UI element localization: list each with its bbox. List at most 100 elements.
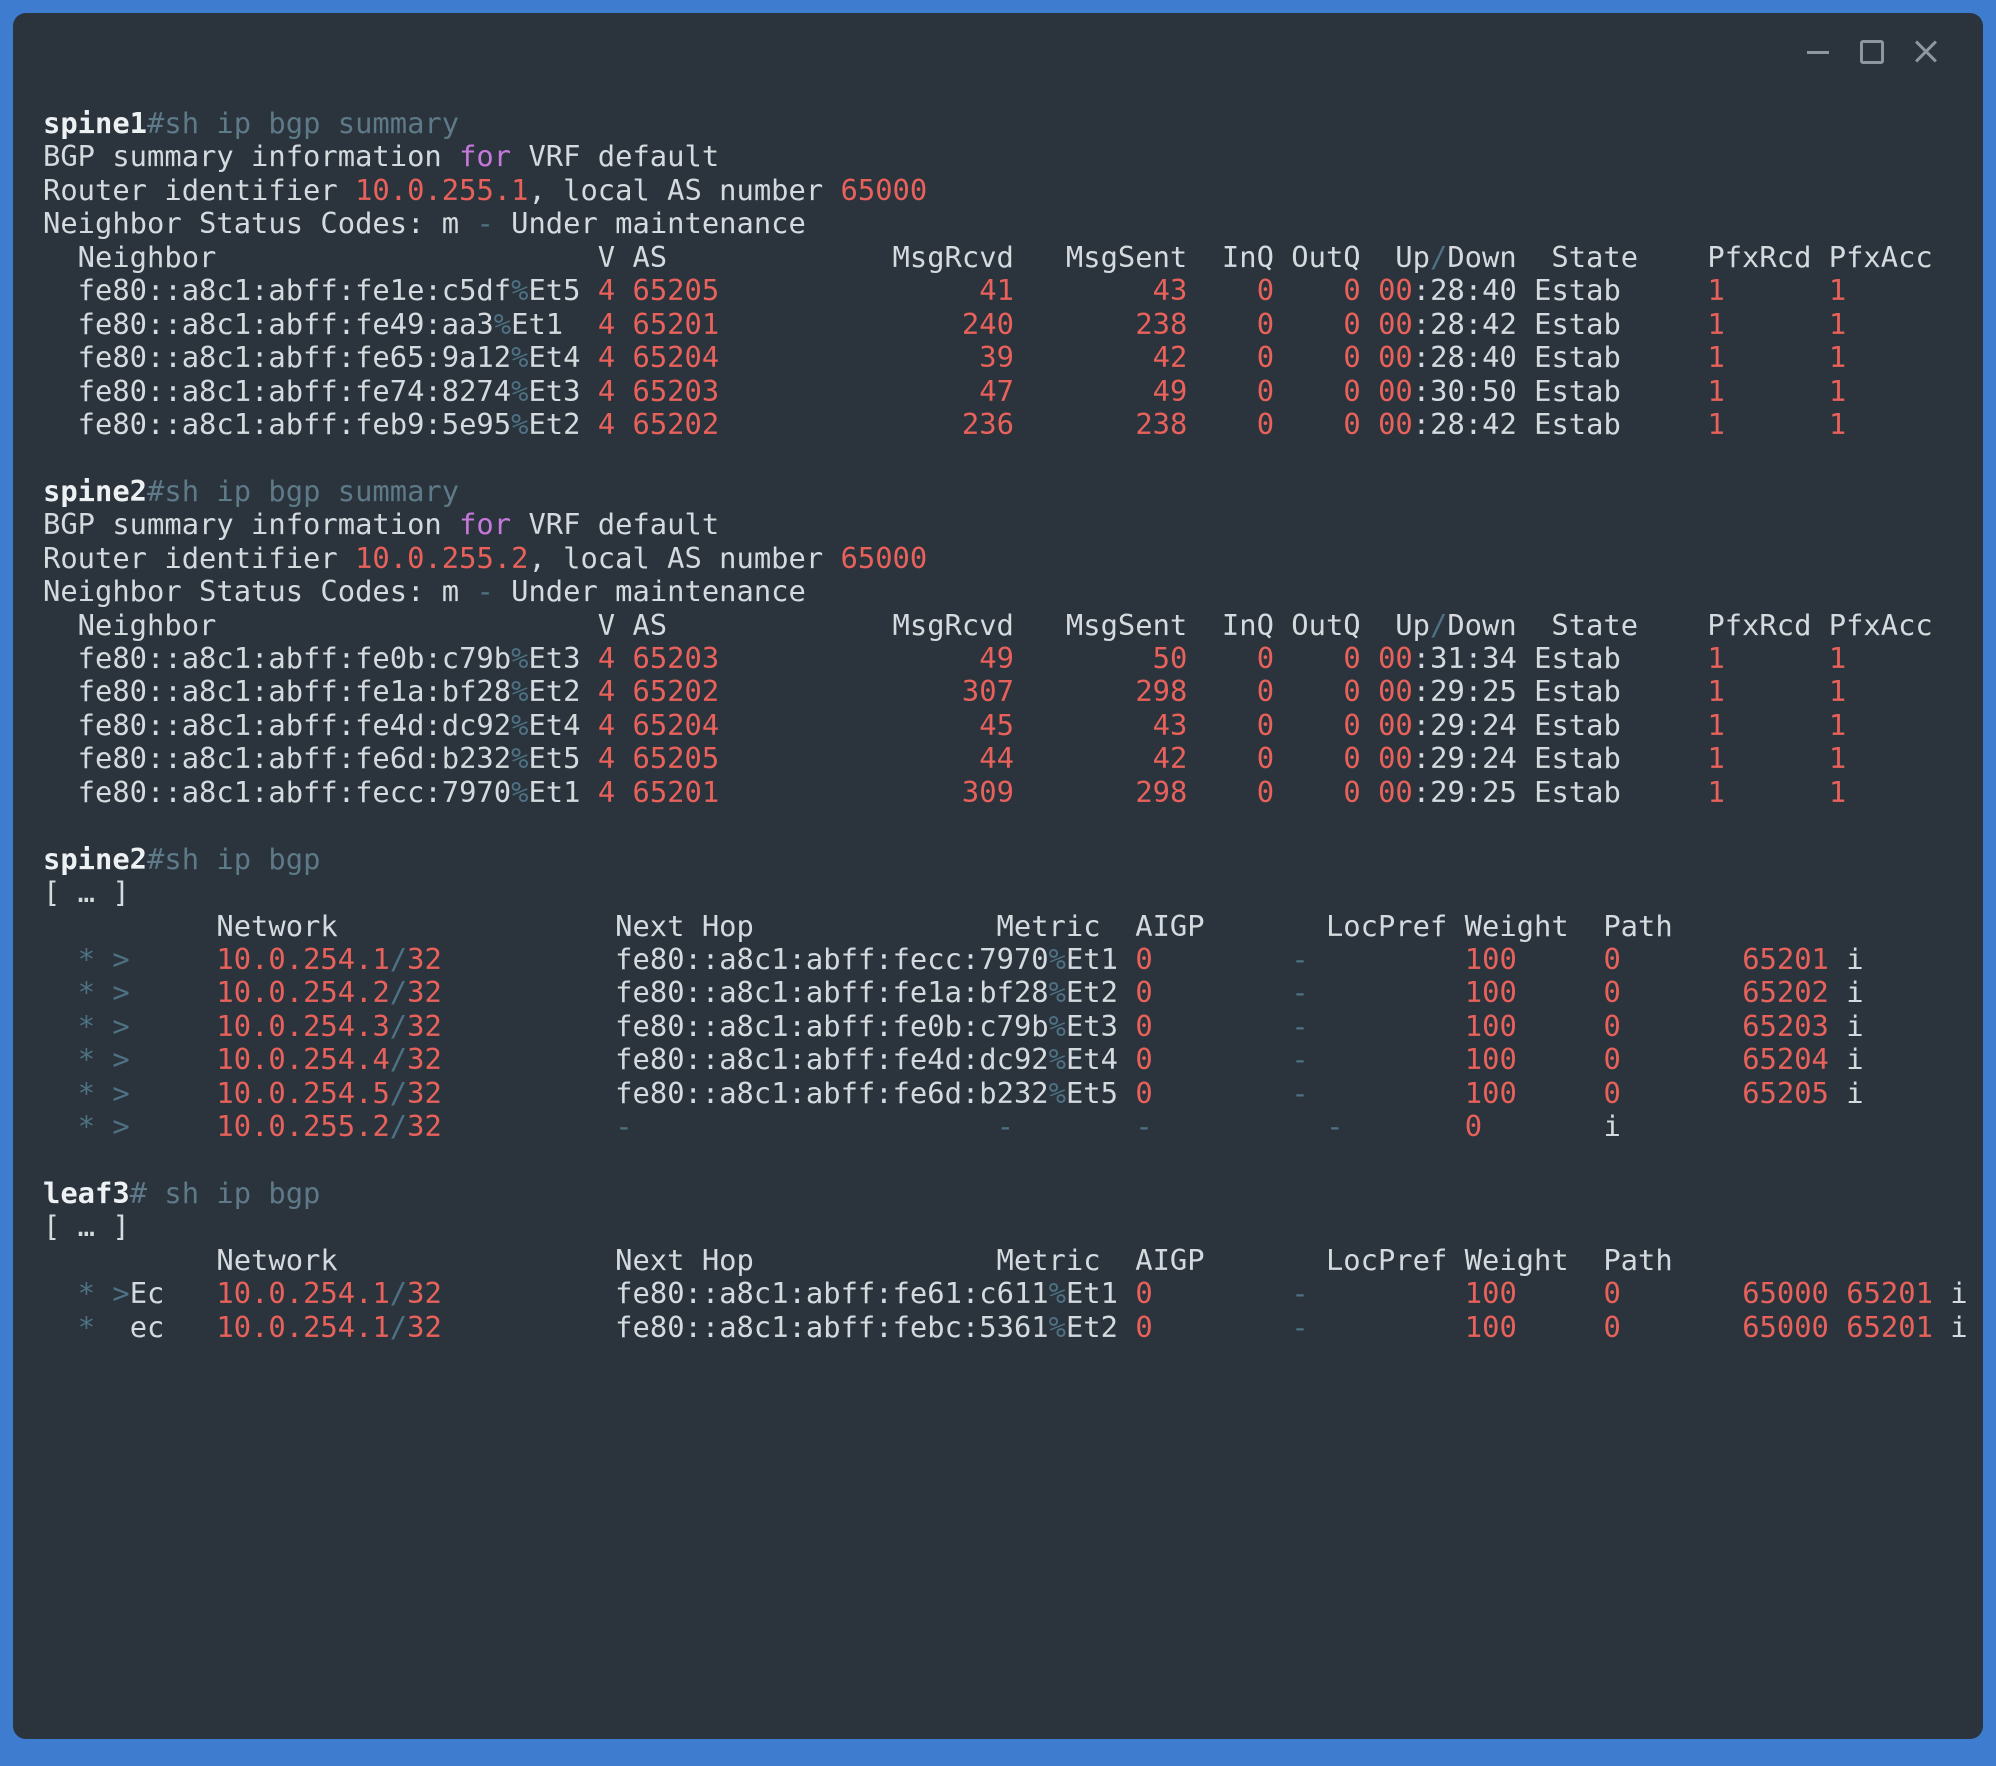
terminal-text-segment bbox=[43, 975, 78, 1009]
terminal-text-segment: 4 bbox=[598, 374, 615, 408]
terminal-text-segment: Router identifier bbox=[43, 173, 355, 207]
terminal-text-segment: 4 bbox=[598, 307, 615, 341]
terminal-text-segment: 65205 bbox=[1742, 1076, 1829, 1110]
terminal-text-segment: 1 bbox=[1708, 641, 1725, 675]
terminal-text-segment bbox=[719, 407, 962, 441]
terminal-text-segment: Et2 bbox=[1066, 1310, 1135, 1344]
terminal-text-segment: > bbox=[112, 942, 129, 976]
terminal-text-segment: ec bbox=[95, 1310, 216, 1344]
terminal-text-segment: 0 bbox=[1257, 641, 1274, 675]
terminal-text-segment: fe80::a8c1:abff:fe0b:c79b bbox=[43, 641, 511, 675]
terminal-text-segment bbox=[1014, 641, 1153, 675]
terminal-text-segment: - bbox=[1291, 975, 1308, 1009]
terminal-text-segment: 1 bbox=[1829, 307, 1846, 341]
terminal-text-segment bbox=[130, 942, 217, 976]
terminal-text-segment: 43 bbox=[1153, 273, 1188, 307]
terminal-text-segment: Ec bbox=[130, 1276, 217, 1310]
terminal-text-segment bbox=[1309, 1042, 1465, 1076]
terminal-text-segment: fe80::a8c1:abff:fecc:7970 bbox=[43, 775, 511, 809]
terminal-text-segment: [ … ] bbox=[43, 875, 130, 909]
terminal-text-segment bbox=[719, 641, 979, 675]
terminal-text-segment: fe80::a8c1:abff:fe4d:dc92 bbox=[442, 1042, 1049, 1076]
maximize-icon bbox=[1860, 40, 1884, 64]
terminal-line: fe80::a8c1:abff:fecc:7970%Et1 4 65201 30… bbox=[43, 776, 1953, 809]
terminal-text-segment: > bbox=[112, 975, 129, 1009]
terminal-text-segment bbox=[1274, 307, 1343, 341]
terminal-line: fe80::a8c1:abff:feb9:5e95%Et2 4 65202 23… bbox=[43, 408, 1953, 441]
terminal-text-segment: Et5 bbox=[528, 273, 597, 307]
terminal-text-segment: 0 bbox=[1257, 407, 1274, 441]
terminal-text-segment bbox=[43, 1276, 78, 1310]
terminal-text-segment: * bbox=[78, 975, 95, 1009]
terminal-text-segment bbox=[1309, 975, 1465, 1009]
terminal-text-segment: % bbox=[1049, 1009, 1066, 1043]
terminal-text-segment: 307 bbox=[962, 674, 1014, 708]
terminal-line: Network Next Hop Metric AIGP LocPref Wei… bbox=[43, 1244, 1953, 1277]
terminal-text-segment: 49 bbox=[1153, 374, 1188, 408]
terminal-text-segment: Et4 bbox=[1066, 1042, 1135, 1076]
terminal-text-segment: 0 bbox=[1257, 775, 1274, 809]
terminal-text-segment: % bbox=[1049, 975, 1066, 1009]
terminal-text-segment: :29:25 Estab bbox=[1413, 674, 1708, 708]
terminal-text-segment bbox=[615, 307, 632, 341]
terminal-text-segment: 44 bbox=[979, 741, 1014, 775]
terminal-text-segment: / bbox=[390, 1042, 407, 1076]
terminal-text-segment bbox=[1725, 708, 1829, 742]
terminal-text-segment bbox=[1725, 307, 1829, 341]
terminal-text-segment: :31:34 Estab bbox=[1413, 641, 1708, 675]
terminal-text-segment bbox=[1725, 374, 1829, 408]
terminal-text-segment: 100 bbox=[1465, 975, 1517, 1009]
terminal-text-segment bbox=[1725, 674, 1829, 708]
terminal-text-segment: % bbox=[511, 674, 528, 708]
terminal-text-segment bbox=[1361, 641, 1378, 675]
terminal-text-segment bbox=[1517, 1009, 1604, 1043]
terminal-text-segment bbox=[1361, 674, 1378, 708]
terminal-text-segment bbox=[43, 1310, 78, 1344]
terminal-text-segment: , local AS number bbox=[528, 541, 840, 575]
terminal-text-segment: / bbox=[390, 1009, 407, 1043]
terminal-text-segment: for bbox=[459, 139, 511, 173]
terminal-text-segment: 00 bbox=[1378, 741, 1413, 775]
terminal-text-segment: Et3 bbox=[1066, 1009, 1135, 1043]
terminal-line: Network Next Hop Metric AIGP LocPref Wei… bbox=[43, 910, 1953, 943]
terminal-text-segment bbox=[615, 674, 632, 708]
terminal-text-segment: % bbox=[494, 307, 511, 341]
terminal-text-segment: #sh ip bgp summary bbox=[147, 474, 459, 508]
titlebar bbox=[13, 13, 1983, 91]
terminal-text-segment bbox=[1153, 1310, 1292, 1344]
terminal-text-segment: 1 bbox=[1829, 340, 1846, 374]
terminal-text-segment: fe80::a8c1:abff:fe0b:c79b bbox=[442, 1009, 1049, 1043]
terminal-text-segment: VRF default bbox=[511, 507, 719, 541]
terminal-text-segment bbox=[1014, 674, 1135, 708]
maximize-button[interactable] bbox=[1859, 39, 1885, 65]
terminal-line: * >Ec 10.0.254.1/32 fe80::a8c1:abff:fe61… bbox=[43, 1277, 1953, 1310]
terminal-text-segment bbox=[95, 1276, 112, 1310]
terminal-line: fe80::a8c1:abff:fe49:aa3%Et1 4 65201 240… bbox=[43, 308, 1953, 341]
terminal-text-segment: / bbox=[390, 1109, 407, 1143]
terminal-text-segment: % bbox=[511, 775, 528, 809]
terminal-text-segment: Under maintenance bbox=[494, 206, 806, 240]
terminal-text-segment: 10.0.255.2 bbox=[355, 541, 528, 575]
terminal-text-segment bbox=[615, 374, 632, 408]
terminal-text-segment: 10.0.255.1 bbox=[355, 173, 528, 207]
terminal-text-segment: * bbox=[78, 1076, 95, 1110]
terminal-text-segment: 00 bbox=[1378, 775, 1413, 809]
terminal-text-segment: 1 bbox=[1829, 775, 1846, 809]
terminal-text-segment: 1 bbox=[1829, 407, 1846, 441]
terminal-text-segment bbox=[633, 1109, 997, 1143]
terminal-text-segment bbox=[1187, 775, 1256, 809]
terminal-text-segment bbox=[1014, 407, 1135, 441]
terminal-text-segment: 100 bbox=[1465, 1042, 1517, 1076]
terminal-text-segment: 42 bbox=[1153, 741, 1188, 775]
terminal-line: * > 10.0.254.2/32 fe80::a8c1:abff:fe1a:b… bbox=[43, 976, 1953, 1009]
terminal-text-segment: / bbox=[390, 1310, 407, 1344]
terminal-line: * > 10.0.254.4/32 fe80::a8c1:abff:fe4d:d… bbox=[43, 1043, 1953, 1076]
terminal-text-segment bbox=[1361, 374, 1378, 408]
close-button[interactable] bbox=[1913, 39, 1939, 65]
terminal-line: spine1#sh ip bgp summary bbox=[43, 107, 1953, 140]
terminal-text-segment: 4 bbox=[598, 775, 615, 809]
terminal-text-segment bbox=[1361, 407, 1378, 441]
terminal-text-segment bbox=[1187, 307, 1256, 341]
terminal-line: * > 10.0.254.3/32 fe80::a8c1:abff:fe0b:c… bbox=[43, 1010, 1953, 1043]
minimize-button[interactable] bbox=[1805, 39, 1831, 65]
